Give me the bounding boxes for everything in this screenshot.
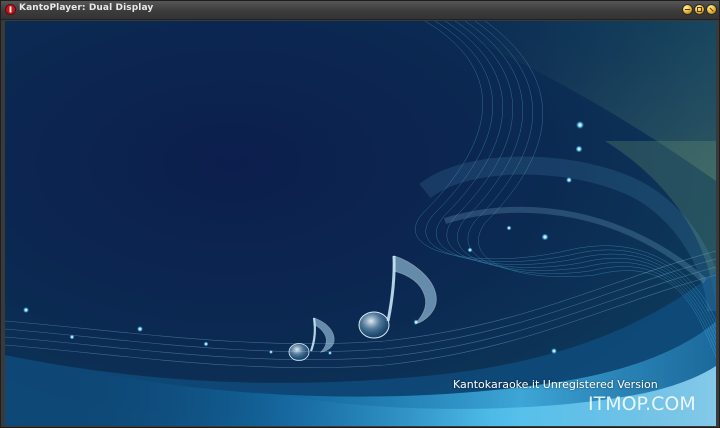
window-title: KantoPlayer: Dual Display [19,3,154,13]
background-artwork [5,21,716,426]
maximize-icon[interactable] [695,5,704,14]
app-icon [5,4,16,15]
version-label: Kantokaraoke.it Unregistered Version [453,378,658,391]
close-icon[interactable] [707,5,716,14]
minimize-icon[interactable] [683,5,692,14]
title-bar[interactable]: KantoPlayer: Dual Display [1,1,719,20]
app-window: KantoPlayer: Dual Display Kantokaraoke.i… [0,0,720,428]
display-stage: Kantokaraoke.it Unregistered Version ITM… [5,21,716,426]
watermark-text: ITMOP.COM [588,393,696,415]
